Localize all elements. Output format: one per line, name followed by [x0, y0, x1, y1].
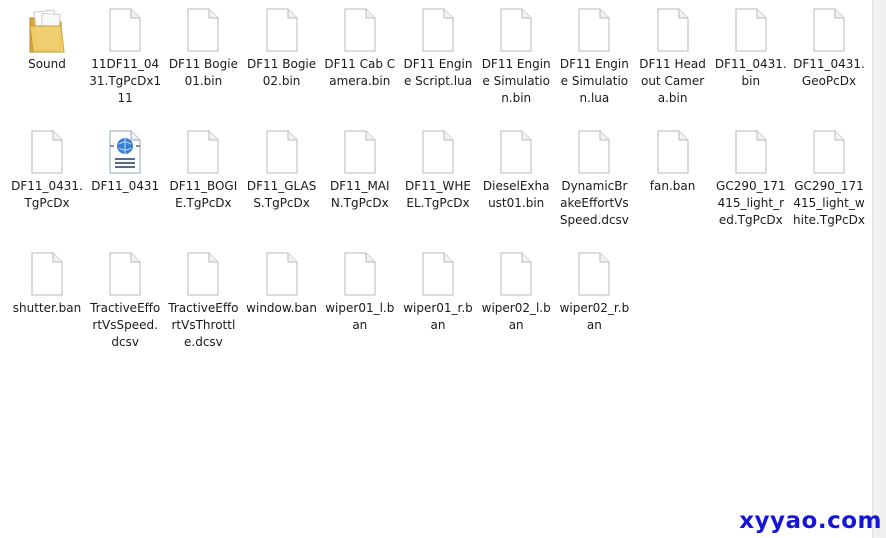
file-item[interactable]: DF11_GLASS.TgPcDx	[245, 128, 319, 238]
file-icon	[479, 130, 553, 176]
file-icon	[636, 130, 710, 176]
folder-item[interactable]: Sound	[10, 6, 84, 116]
file-icon	[245, 252, 319, 298]
file-item[interactable]: DF11 Engine Script.lua	[401, 6, 475, 116]
file-name-label: DF11 Engine Simulation.lua	[559, 57, 629, 105]
file-item[interactable]: DF11_0431.bin	[714, 6, 788, 116]
file-item[interactable]: 11DF11_0431.TgPcDx111	[88, 6, 162, 116]
file-name-label: DF11_GLASS.TgPcDx	[246, 179, 317, 210]
file-name-label: shutter.ban	[12, 301, 82, 315]
file-name-label: DF11_0431	[91, 179, 160, 193]
file-item[interactable]: DF11_WHEEL.TgPcDx	[401, 128, 475, 238]
file-item[interactable]: DF11_BOGIE.TgPcDx	[166, 128, 240, 238]
file-icon	[714, 8, 788, 54]
file-name-label: DF11_WHEEL.TgPcDx	[405, 179, 471, 210]
file-icon	[166, 252, 240, 298]
file-name-label: DF11 Headout Camera.bin	[639, 57, 706, 105]
file-item[interactable]: TractiveEffortVsSpeed.dcsv	[88, 250, 162, 360]
file-icon	[479, 252, 553, 298]
file-item[interactable]: wiper01_r.ban	[401, 250, 475, 360]
file-item[interactable]: DF11_0431.TgPcDx	[10, 128, 84, 238]
file-item[interactable]: fan.ban	[636, 128, 710, 238]
file-icon	[245, 8, 319, 54]
file-item[interactable]: shutter.ban	[10, 250, 84, 360]
file-icon	[166, 130, 240, 176]
file-item[interactable]: DF11 Engine Simulation.bin	[479, 6, 553, 116]
file-name-label: DF11_0431.GeoPcDx	[793, 57, 865, 88]
file-item[interactable]: DF11 Headout Camera.bin	[636, 6, 710, 116]
file-icon	[792, 130, 866, 176]
file-name-label: DF11_BOGIE.TgPcDx	[169, 179, 238, 210]
web-document-icon	[88, 130, 162, 176]
file-item[interactable]: GC290_171415_light_white.TgPcDx	[792, 128, 866, 238]
file-name-label: DynamicBrakeEffortVsSpeed.dcsv	[559, 179, 629, 227]
file-item[interactable]: wiper02_r.ban	[557, 250, 631, 360]
file-item[interactable]: GC290_171415_light_red.TgPcDx	[714, 128, 788, 238]
file-item[interactable]: DF11 Bogie02.bin	[245, 6, 319, 116]
file-name-label: wiper02_r.ban	[559, 301, 630, 332]
file-icon	[557, 8, 631, 54]
file-item[interactable]: TractiveEffortVsThrottle.dcsv	[166, 250, 240, 360]
file-icon	[166, 8, 240, 54]
file-icon	[323, 252, 397, 298]
file-name-label: wiper01_r.ban	[403, 301, 473, 332]
file-icon	[792, 8, 866, 54]
file-icon	[557, 130, 631, 176]
file-icon	[401, 252, 475, 298]
file-icon	[401, 130, 475, 176]
file-name-label: wiper02_l.ban	[481, 301, 551, 332]
file-name-label: DF11_MAIN.TgPcDx	[330, 179, 390, 210]
file-name-label: fan.ban	[649, 179, 696, 193]
file-name-label: GC290_171415_light_red.TgPcDx	[716, 179, 786, 227]
file-icon	[636, 8, 710, 54]
file-item[interactable]: DF11_MAIN.TgPcDx	[323, 128, 397, 238]
file-item[interactable]: DF11 Bogie01.bin	[166, 6, 240, 116]
file-icon	[245, 130, 319, 176]
file-item[interactable]: DF11_0431.GeoPcDx	[792, 6, 866, 116]
file-name-label: DF11 Bogie02.bin	[247, 57, 317, 88]
file-icon	[323, 8, 397, 54]
file-item[interactable]: DF11 Cab Camera.bin	[323, 6, 397, 116]
file-name-label: 11DF11_0431.TgPcDx111	[89, 57, 162, 105]
file-icon	[10, 130, 84, 176]
file-name-label: DF11 Bogie01.bin	[168, 57, 238, 88]
file-name-label: wiper01_l.ban	[325, 301, 395, 332]
file-item[interactable]: DieselExhaust01.bin	[479, 128, 553, 238]
file-item[interactable]: wiper01_l.ban	[323, 250, 397, 360]
file-icon	[714, 130, 788, 176]
file-name-label: GC290_171415_light_white.TgPcDx	[793, 179, 865, 227]
vertical-scrollbar[interactable]	[872, 0, 886, 538]
file-item[interactable]: window.ban	[245, 250, 319, 360]
file-list-pane: Sound 11DF11_0431.TgPcDx111 DF11 Bogie01.b…	[0, 0, 872, 538]
file-item[interactable]: DF11_0431	[88, 128, 162, 238]
file-name-label: DieselExhaust01.bin	[482, 179, 550, 210]
file-name-label: TractiveEffortVsThrottle.dcsv	[168, 301, 239, 349]
file-icon	[323, 130, 397, 176]
file-item[interactable]: DynamicBrakeEffortVsSpeed.dcsv	[557, 128, 631, 238]
file-icon	[88, 252, 162, 298]
file-name-label: DF11_0431.bin	[714, 57, 787, 88]
file-name-label: window.ban	[246, 301, 317, 315]
file-icon	[557, 252, 631, 298]
file-icon	[401, 8, 475, 54]
file-name-label: DF11_0431.TgPcDx	[11, 179, 83, 210]
folder-icon	[10, 8, 84, 54]
file-item[interactable]: DF11 Engine Simulation.lua	[557, 6, 631, 116]
file-icon	[479, 8, 553, 54]
file-name-label: DF11 Engine Simulation.bin	[481, 57, 551, 105]
watermark-text: xyyao.com	[739, 508, 882, 534]
file-name-label: TractiveEffortVsSpeed.dcsv	[90, 301, 161, 349]
file-icon	[10, 252, 84, 298]
file-name-label: DF11 Engine Script.lua	[403, 57, 473, 88]
file-icon	[88, 8, 162, 54]
file-item[interactable]: wiper02_l.ban	[479, 250, 553, 360]
file-name-label: Sound	[28, 57, 66, 71]
file-name-label: DF11 Cab Camera.bin	[324, 57, 396, 88]
